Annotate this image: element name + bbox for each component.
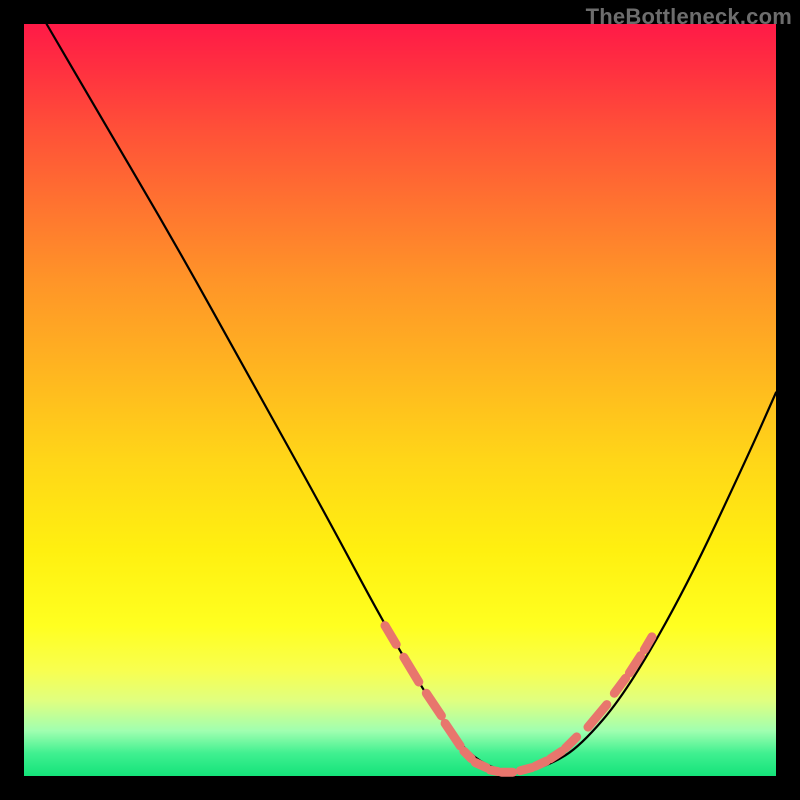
highlight-dash: [588, 705, 607, 728]
chart-frame: [24, 24, 776, 776]
highlight-dash: [426, 693, 441, 716]
highlight-dash: [565, 737, 576, 748]
bottleneck-curve: [47, 24, 776, 771]
highlight-dash: [520, 768, 531, 771]
watermark-text: TheBottleneck.com: [586, 4, 792, 30]
highlight-dash: [535, 761, 546, 766]
highlight-dash: [475, 763, 486, 768]
chart-svg: [24, 24, 776, 776]
highlight-dash: [490, 770, 498, 772]
highlight-dash: [445, 723, 460, 746]
highlight-dash: [385, 626, 396, 645]
highlight-dashes: [385, 626, 652, 773]
highlight-dash: [404, 657, 419, 682]
highlight-dash: [550, 751, 561, 759]
highlight-dash: [464, 751, 472, 759]
